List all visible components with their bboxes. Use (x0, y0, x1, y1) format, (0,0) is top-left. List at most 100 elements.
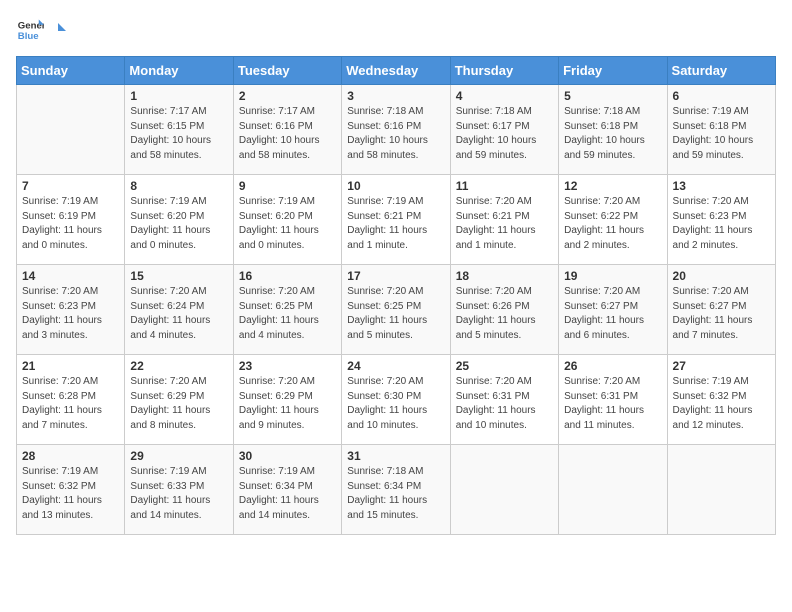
calendar-cell: 5 Sunrise: 7:18 AMSunset: 6:18 PMDaylight… (559, 85, 667, 175)
day-info: Sunrise: 7:20 AMSunset: 6:23 PMDaylight:… (22, 285, 119, 343)
day-info: Sunrise: 7:19 AMSunset: 6:19 PMDaylight:… (22, 195, 119, 253)
day-number: 27 (673, 359, 770, 373)
day-number: 20 (673, 269, 770, 283)
day-info: Sunrise: 7:18 AMSunset: 6:18 PMDaylight:… (564, 105, 661, 163)
day-number: 6 (673, 89, 770, 103)
calendar-cell: 4 Sunrise: 7:18 AMSunset: 6:17 PMDaylight… (450, 85, 558, 175)
calendar-cell: 10 Sunrise: 7:19 AMSunset: 6:21 PMDayligh… (342, 175, 450, 265)
day-number: 9 (239, 179, 336, 193)
day-number: 31 (347, 449, 444, 463)
day-info: Sunrise: 7:18 AMSunset: 6:16 PMDaylight:… (347, 105, 444, 163)
day-info: Sunrise: 7:19 AMSunset: 6:34 PMDaylight:… (239, 465, 336, 523)
day-info: Sunrise: 7:20 AMSunset: 6:28 PMDaylight:… (22, 375, 119, 433)
day-number: 3 (347, 89, 444, 103)
calendar-cell: 15 Sunrise: 7:20 AMSunset: 6:24 PMDayligh… (125, 265, 233, 355)
calendar-cell (17, 85, 125, 175)
calendar-cell: 1 Sunrise: 7:17 AMSunset: 6:15 PMDaylight… (125, 85, 233, 175)
calendar-cell (667, 445, 775, 535)
day-info: Sunrise: 7:18 AMSunset: 6:34 PMDaylight:… (347, 465, 444, 523)
day-number: 15 (130, 269, 227, 283)
svg-text:Blue: Blue (18, 31, 39, 42)
calendar-cell: 3 Sunrise: 7:18 AMSunset: 6:16 PMDaylight… (342, 85, 450, 175)
day-info: Sunrise: 7:20 AMSunset: 6:31 PMDaylight:… (564, 375, 661, 433)
day-info: Sunrise: 7:20 AMSunset: 6:21 PMDaylight:… (456, 195, 553, 253)
day-number: 29 (130, 449, 227, 463)
calendar-cell: 27 Sunrise: 7:19 AMSunset: 6:32 PMDayligh… (667, 355, 775, 445)
calendar-cell: 24Sunrise: 7:20 AMSunset: 6:30 PMDayligh… (342, 355, 450, 445)
day-number: 19 (564, 269, 661, 283)
calendar-cell: 13 Sunrise: 7:20 AMSunset: 6:23 PMDayligh… (667, 175, 775, 265)
day-number: 21 (22, 359, 119, 373)
calendar-cell: 2Sunrise: 7:17 AMSunset: 6:16 PMDaylight… (233, 85, 341, 175)
day-number: 8 (130, 179, 227, 193)
calendar-cell: 29 Sunrise: 7:19 AMSunset: 6:33 PMDayligh… (125, 445, 233, 535)
week-row-4: 21 Sunrise: 7:20 AMSunset: 6:28 PMDayligh… (17, 355, 776, 445)
day-info: Sunrise: 7:19 AMSunset: 6:20 PMDaylight:… (239, 195, 336, 253)
calendar-cell: 31 Sunrise: 7:18 AMSunset: 6:34 PMDayligh… (342, 445, 450, 535)
day-number: 14 (22, 269, 119, 283)
day-number: 12 (564, 179, 661, 193)
day-number: 26 (564, 359, 661, 373)
day-info: Sunrise: 7:20 AMSunset: 6:24 PMDaylight:… (130, 285, 227, 343)
calendar-cell: 14 Sunrise: 7:20 AMSunset: 6:23 PMDayligh… (17, 265, 125, 355)
week-row-2: 7Sunrise: 7:19 AMSunset: 6:19 PMDaylight… (17, 175, 776, 265)
day-number: 10 (347, 179, 444, 193)
day-number: 5 (564, 89, 661, 103)
day-number: 1 (130, 89, 227, 103)
calendar-cell: 26 Sunrise: 7:20 AMSunset: 6:31 PMDayligh… (559, 355, 667, 445)
day-info: Sunrise: 7:19 AMSunset: 6:32 PMDaylight:… (22, 465, 119, 523)
day-info: Sunrise: 7:20 AMSunset: 6:22 PMDaylight:… (564, 195, 661, 253)
day-info: Sunrise: 7:20 AMSunset: 6:27 PMDaylight:… (564, 285, 661, 343)
calendar-cell: 30Sunrise: 7:19 AMSunset: 6:34 PMDayligh… (233, 445, 341, 535)
day-info: Sunrise: 7:20 AMSunset: 6:31 PMDaylight:… (456, 375, 553, 433)
day-info: Sunrise: 7:19 AMSunset: 6:33 PMDaylight:… (130, 465, 227, 523)
day-number: 23 (239, 359, 336, 373)
day-number: 11 (456, 179, 553, 193)
header-day-sunday: Sunday (17, 57, 125, 85)
calendar-cell: 12 Sunrise: 7:20 AMSunset: 6:22 PMDayligh… (559, 175, 667, 265)
day-info: Sunrise: 7:17 AMSunset: 6:16 PMDaylight:… (239, 105, 336, 163)
day-info: Sunrise: 7:19 AMSunset: 6:21 PMDaylight:… (347, 195, 444, 253)
calendar-cell: 7Sunrise: 7:19 AMSunset: 6:19 PMDaylight… (17, 175, 125, 265)
day-info: Sunrise: 7:20 AMSunset: 6:25 PMDaylight:… (347, 285, 444, 343)
day-info: Sunrise: 7:20 AMSunset: 6:23 PMDaylight:… (673, 195, 770, 253)
day-number: 16 (239, 269, 336, 283)
calendar-cell: 17Sunrise: 7:20 AMSunset: 6:25 PMDayligh… (342, 265, 450, 355)
day-info: Sunrise: 7:17 AMSunset: 6:15 PMDaylight:… (130, 105, 227, 163)
header-day-saturday: Saturday (667, 57, 775, 85)
calendar-cell: 20 Sunrise: 7:20 AMSunset: 6:27 PMDayligh… (667, 265, 775, 355)
day-number: 18 (456, 269, 553, 283)
week-row-1: 1 Sunrise: 7:17 AMSunset: 6:15 PMDaylight… (17, 85, 776, 175)
day-info: Sunrise: 7:20 AMSunset: 6:27 PMDaylight:… (673, 285, 770, 343)
calendar-cell: 19 Sunrise: 7:20 AMSunset: 6:27 PMDayligh… (559, 265, 667, 355)
calendar-cell (450, 445, 558, 535)
calendar-cell: 28 Sunrise: 7:19 AMSunset: 6:32 PMDayligh… (17, 445, 125, 535)
header-day-wednesday: Wednesday (342, 57, 450, 85)
calendar-cell (559, 445, 667, 535)
header: General Blue (16, 16, 776, 44)
calendar-cell: 8Sunrise: 7:19 AMSunset: 6:20 PMDaylight… (125, 175, 233, 265)
header-day-thursday: Thursday (450, 57, 558, 85)
day-info: Sunrise: 7:20 AMSunset: 6:25 PMDaylight:… (239, 285, 336, 343)
calendar-cell: 6 Sunrise: 7:19 AMSunset: 6:18 PMDaylight… (667, 85, 775, 175)
calendar-cell: 21 Sunrise: 7:20 AMSunset: 6:28 PMDayligh… (17, 355, 125, 445)
day-info: Sunrise: 7:18 AMSunset: 6:17 PMDaylight:… (456, 105, 553, 163)
day-number: 13 (673, 179, 770, 193)
day-info: Sunrise: 7:19 AMSunset: 6:32 PMDaylight:… (673, 375, 770, 433)
header-day-friday: Friday (559, 57, 667, 85)
day-number: 25 (456, 359, 553, 373)
calendar-cell: 9 Sunrise: 7:19 AMSunset: 6:20 PMDaylight… (233, 175, 341, 265)
day-number: 24 (347, 359, 444, 373)
day-number: 28 (22, 449, 119, 463)
day-number: 22 (130, 359, 227, 373)
week-row-5: 28 Sunrise: 7:19 AMSunset: 6:32 PMDayligh… (17, 445, 776, 535)
calendar-cell: 23 Sunrise: 7:20 AMSunset: 6:29 PMDayligh… (233, 355, 341, 445)
day-info: Sunrise: 7:20 AMSunset: 6:29 PMDaylight:… (130, 375, 227, 433)
day-info: Sunrise: 7:19 AMSunset: 6:18 PMDaylight:… (673, 105, 770, 163)
calendar-cell: 16 Sunrise: 7:20 AMSunset: 6:25 PMDayligh… (233, 265, 341, 355)
day-number: 4 (456, 89, 553, 103)
calendar-cell: 22 Sunrise: 7:20 AMSunset: 6:29 PMDayligh… (125, 355, 233, 445)
header-day-monday: Monday (125, 57, 233, 85)
day-info: Sunrise: 7:20 AMSunset: 6:29 PMDaylight:… (239, 375, 336, 433)
day-info: Sunrise: 7:20 AMSunset: 6:26 PMDaylight:… (456, 285, 553, 343)
